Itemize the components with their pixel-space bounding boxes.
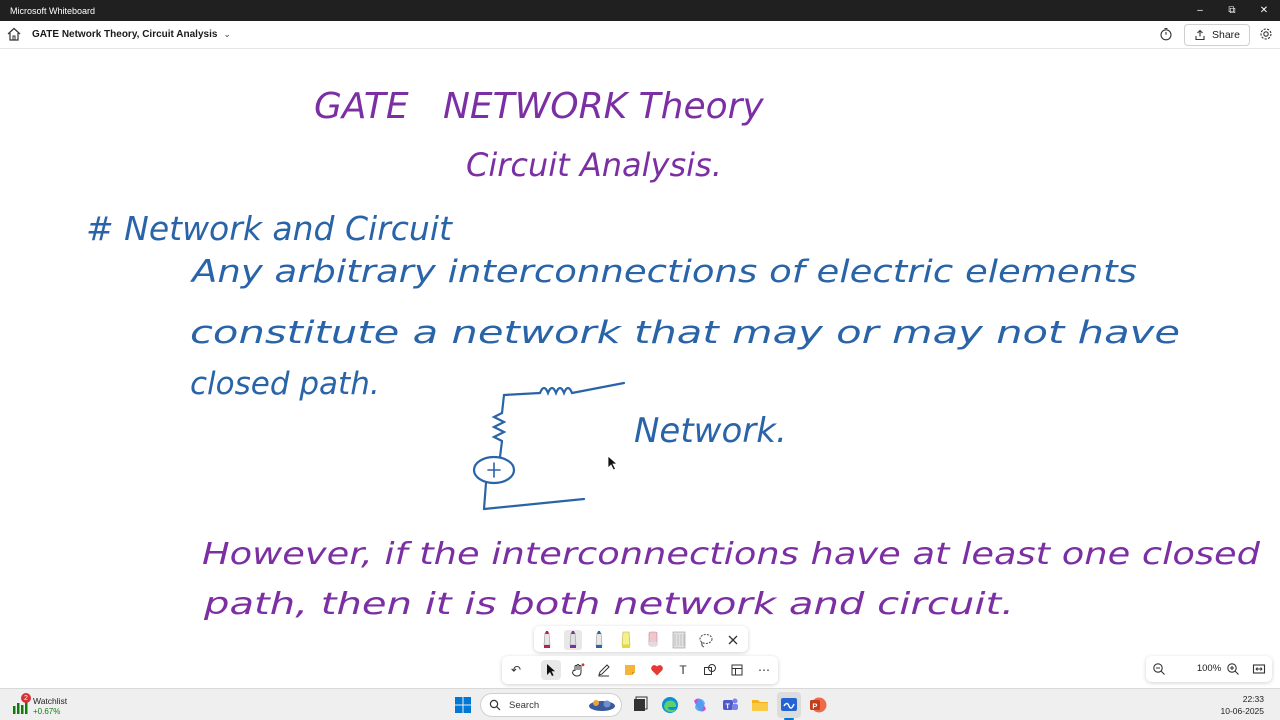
restore-icon[interactable]: ⧉ bbox=[1216, 0, 1248, 21]
templates-icon[interactable] bbox=[727, 660, 747, 680]
sticky-note-glyph-icon bbox=[625, 665, 635, 675]
tool-row: ↶ T ⋯ bbox=[502, 656, 778, 684]
taskbar: 2 Watchlist +0.67% Search T P 22:33 10-0… bbox=[0, 688, 1280, 720]
gear-icon[interactable] bbox=[1259, 27, 1273, 41]
ink-heading: # Network and Circuit bbox=[86, 209, 453, 248]
ink-title-line2: Circuit Analysis. bbox=[466, 146, 722, 184]
diagram-mid-wire bbox=[498, 439, 504, 459]
share-label: Share bbox=[1211, 29, 1241, 41]
ink-para1-line2: constitute a network that may or may not… bbox=[190, 315, 1180, 351]
watchlist-change: +0.67% bbox=[33, 707, 61, 716]
hand-icon[interactable] bbox=[568, 660, 588, 680]
ink-para2-line2: path, then it is both network and circui… bbox=[203, 587, 1014, 622]
fit-to-screen-icon[interactable] bbox=[1252, 662, 1266, 676]
task-view-icon[interactable] bbox=[630, 695, 650, 715]
share-button[interactable]: Share bbox=[1184, 24, 1250, 46]
close-icon[interactable]: ✕ bbox=[1248, 0, 1280, 21]
diagram-top-right-wire bbox=[570, 381, 626, 395]
purple-pen-icon[interactable] bbox=[564, 630, 582, 650]
search-highlight-icon bbox=[589, 700, 615, 711]
windows-start-icon[interactable] bbox=[453, 695, 473, 715]
select-arrow-icon bbox=[547, 664, 555, 676]
yellow-highlighter-icon[interactable] bbox=[617, 630, 635, 650]
taskbar-search[interactable]: Search bbox=[480, 693, 622, 717]
templates-glyph-icon bbox=[731, 664, 743, 676]
share-icon bbox=[1195, 29, 1205, 41]
chevron-down-icon: ⌄ bbox=[223, 29, 231, 39]
diagram-left-wire bbox=[500, 393, 506, 415]
zoom-controls: 100% bbox=[1146, 656, 1272, 682]
diagram-top-wire bbox=[502, 391, 542, 397]
pen-glyph-icon bbox=[598, 664, 610, 677]
powerpoint-icon[interactable]: P bbox=[808, 695, 828, 715]
file-explorer-icon[interactable] bbox=[750, 695, 770, 715]
hand-glyph-icon bbox=[571, 663, 585, 677]
search-placeholder: Search bbox=[509, 699, 540, 711]
search-icon bbox=[489, 699, 501, 711]
mouse-cursor-icon bbox=[607, 455, 619, 471]
lasso-icon[interactable] bbox=[697, 630, 715, 650]
diagram-inductor bbox=[538, 386, 574, 396]
ink-diagram-label: Network. bbox=[634, 411, 787, 451]
diagram-resistor bbox=[491, 411, 507, 443]
ink-title-line1: GATE NETWORK Theory bbox=[314, 86, 764, 127]
home-icon[interactable] bbox=[6, 26, 22, 42]
pen-icon[interactable] bbox=[594, 660, 614, 680]
window-controls: – ⧉ ✕ bbox=[1184, 0, 1280, 21]
svg-text:T: T bbox=[726, 704, 731, 711]
pink-pen-icon[interactable] bbox=[538, 630, 556, 650]
heart-icon bbox=[651, 665, 663, 676]
zoom-out-icon[interactable] bbox=[1152, 662, 1166, 676]
app-title: Microsoft Whiteboard bbox=[10, 5, 96, 16]
sticky-note-icon[interactable] bbox=[620, 660, 640, 680]
ink-para2-line1: However, if the interconnections have at… bbox=[202, 537, 1261, 572]
eraser-icon[interactable] bbox=[644, 630, 662, 650]
undo-icon[interactable]: ↶ bbox=[506, 660, 526, 680]
ruler-icon[interactable] bbox=[670, 630, 688, 650]
app-toolbar: GATE Network Theory, Circuit Analysis ⌄ … bbox=[0, 21, 1280, 49]
blue-pen-icon[interactable] bbox=[590, 630, 608, 650]
close-tray-icon[interactable] bbox=[724, 630, 742, 650]
more-icon[interactable]: ⋯ bbox=[754, 660, 774, 680]
watchlist-label: Watchlist bbox=[33, 696, 68, 706]
svg-text:P: P bbox=[812, 701, 817, 710]
clock-time: 22:33 bbox=[1242, 694, 1264, 704]
diagram-bottom-wire bbox=[482, 497, 586, 511]
ink-para1-line3: closed path. bbox=[190, 366, 380, 402]
shapes-icon[interactable] bbox=[700, 660, 720, 680]
network-diagram bbox=[472, 381, 626, 511]
ink-para1-line1: Any arbitrary interconnections of electr… bbox=[190, 254, 1137, 290]
shapes-glyph-icon bbox=[704, 664, 716, 675]
window-title-bar: Microsoft Whiteboard – ⧉ ✕ bbox=[0, 0, 1280, 21]
whiteboard-canvas[interactable]: GATE NETWORK Theory Circuit Analysis. # … bbox=[0, 49, 1280, 688]
timer-icon[interactable] bbox=[1159, 27, 1173, 41]
pen-tray bbox=[534, 626, 748, 652]
system-clock[interactable]: 22:33 10-06-2025 bbox=[1221, 693, 1264, 717]
ink-layer: GATE NETWORK Theory Circuit Analysis. # … bbox=[86, 86, 1261, 622]
watchlist-widget[interactable]: 2 Watchlist +0.67% bbox=[10, 692, 90, 718]
edge-browser-icon[interactable] bbox=[660, 695, 680, 715]
zoom-in-icon[interactable] bbox=[1226, 662, 1240, 676]
board-title-text: GATE Network Theory, Circuit Analysis bbox=[32, 29, 218, 40]
clock-date: 10-06-2025 bbox=[1220, 706, 1264, 716]
text-icon[interactable]: T bbox=[673, 660, 693, 680]
watchlist-badge: 2 bbox=[21, 693, 31, 703]
board-title[interactable]: GATE Network Theory, Circuit Analysis ⌄ bbox=[32, 29, 231, 40]
minimize-icon[interactable]: – bbox=[1184, 0, 1216, 21]
diagram-bottom-left-wire bbox=[482, 481, 488, 511]
copilot-icon[interactable] bbox=[690, 695, 710, 715]
teams-icon[interactable]: T bbox=[720, 695, 740, 715]
whiteboard-app-icon[interactable] bbox=[779, 695, 799, 715]
select-icon[interactable] bbox=[541, 660, 561, 680]
reactions-icon[interactable] bbox=[647, 660, 667, 680]
